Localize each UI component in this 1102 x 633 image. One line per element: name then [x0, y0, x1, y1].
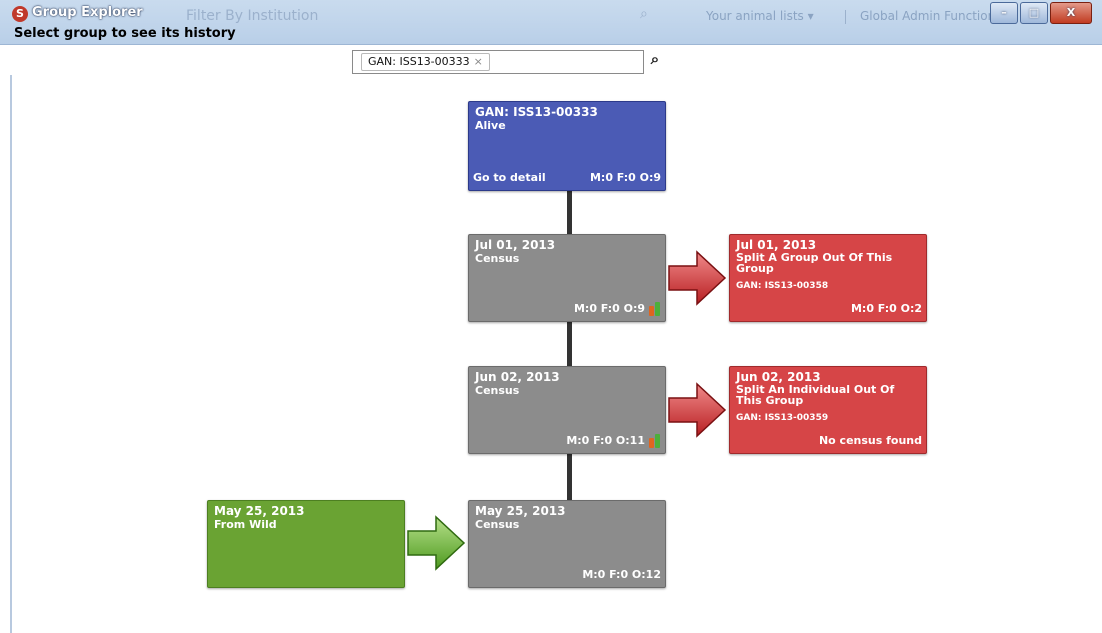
census-chart-icon — [649, 434, 661, 448]
census-node[interactable]: Jun 02, 2013 Census M:0 F:0 O:11 — [468, 366, 666, 454]
node-counts: M:0 F:0 O:11 — [566, 434, 645, 447]
origin-node[interactable]: May 25, 2013 From Wild — [207, 500, 405, 588]
search-button[interactable]: ⌕ — [644, 48, 666, 72]
node-date: May 25, 2013 — [214, 504, 305, 518]
node-gan: GAN: ISS13-00359 — [736, 413, 829, 423]
node-counts: No census found — [818, 434, 922, 447]
window-controls: – □ X — [990, 2, 1092, 24]
current-group-node[interactable]: GAN: ISS13-00333 Alive Go to detail M:0 … — [468, 101, 666, 191]
minimize-button[interactable]: – — [990, 2, 1018, 24]
split-group-node[interactable]: Jul 01, 2013 Split A Group Out Of This G… — [729, 234, 927, 322]
node-event: Split An Individual Out Of This Group — [736, 383, 895, 407]
node-date: May 25, 2013 — [475, 504, 566, 518]
node-event: Census — [475, 252, 520, 265]
select-group-label: Select group to see its history — [14, 26, 236, 41]
node-date: Jul 01, 2013 — [475, 238, 556, 252]
node-event: Split A Group Out Of This Group — [736, 251, 893, 275]
app-logo-icon: S — [12, 6, 28, 22]
node-event: From Wild — [214, 518, 277, 531]
window-title: Group Explorer — [32, 5, 143, 20]
close-button[interactable]: X — [1050, 2, 1092, 24]
node-counts: M:0 F:0 O:9 — [573, 302, 645, 315]
origin-arrow-icon — [407, 515, 466, 571]
node-status: Alive — [475, 119, 506, 132]
remove-tag-icon[interactable]: × — [474, 55, 483, 68]
node-counts: M:0 F:0 O:9 — [589, 171, 661, 184]
timeline-connector — [567, 452, 572, 500]
split-individual-node[interactable]: Jun 02, 2013 Split An Individual Out Of … — [729, 366, 927, 454]
node-title: GAN: ISS13-00333 — [475, 105, 598, 119]
toolbar-divider — [845, 10, 846, 24]
global-admin-functions-ghost: Global Admin Functions — [860, 9, 1002, 23]
node-gan: GAN: ISS13-00358 — [736, 281, 829, 291]
search-tag-label: GAN: ISS13-00333 — [368, 55, 470, 68]
timeline-connector — [567, 320, 572, 366]
node-event: Census — [475, 384, 520, 397]
node-counts: M:0 F:0 O:2 — [850, 302, 922, 315]
window-titlebar: S Group Explorer Filter By Institution ⌕… — [0, 0, 1102, 45]
node-counts: M:0 F:0 O:12 — [582, 568, 661, 581]
group-search-input[interactable]: GAN: ISS13-00333 × — [352, 50, 644, 74]
census-node[interactable]: May 25, 2013 Census M:0 F:0 O:12 — [468, 500, 666, 588]
timeline-connector — [567, 190, 572, 234]
search-icon: ⌕ — [640, 6, 648, 22]
node-event: Census — [475, 518, 520, 531]
go-to-detail-link[interactable]: Go to detail — [473, 171, 546, 184]
filter-by-institution-ghost: Filter By Institution — [186, 8, 319, 24]
split-arrow-icon — [668, 250, 727, 306]
maximize-button[interactable]: □ — [1020, 2, 1048, 24]
census-node[interactable]: Jul 01, 2013 Census M:0 F:0 O:9 — [468, 234, 666, 322]
split-arrow-icon — [668, 382, 727, 438]
search-tag: GAN: ISS13-00333 × — [361, 53, 490, 71]
animal-lists-menu-ghost: Your animal lists ▾ — [706, 9, 814, 23]
census-chart-icon — [649, 302, 661, 316]
node-date: Jun 02, 2013 — [475, 370, 560, 384]
